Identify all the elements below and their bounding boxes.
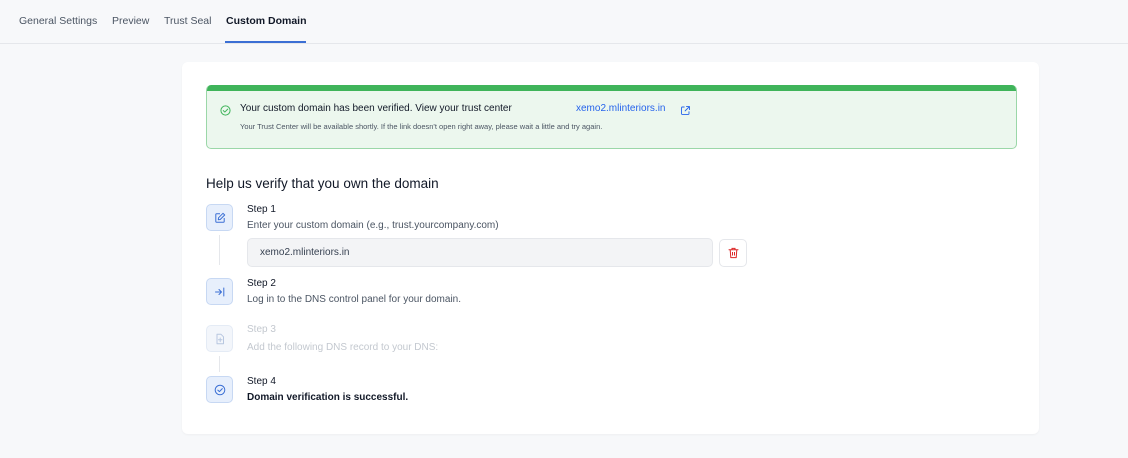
alert-title: Your custom domain has been verified. Vi… — [240, 103, 512, 114]
custom-domain-card: Your custom domain has been verified. Vi… — [182, 62, 1039, 434]
step-connector — [219, 356, 220, 372]
alert-subtitle: Your Trust Center will be available shor… — [240, 122, 603, 131]
step-3-badge — [206, 325, 233, 352]
trust-center-link[interactable]: xemo2.mlinteriors.in — [576, 103, 665, 114]
step-connector — [219, 235, 220, 265]
step-2-badge — [206, 278, 233, 305]
step-1-description: Enter your custom domain (e.g., trust.yo… — [247, 220, 499, 231]
tab-preview[interactable]: Preview — [112, 15, 149, 27]
domain-input[interactable] — [247, 238, 713, 267]
active-tab-indicator — [225, 41, 306, 43]
step-1-badge — [206, 204, 233, 231]
step-2-description: Log in to the DNS control panel for your… — [247, 294, 462, 305]
login-arrow-icon — [215, 287, 225, 297]
tab-trust-seal[interactable]: Trust Seal — [164, 15, 211, 27]
edit-icon — [215, 212, 226, 223]
external-link-icon[interactable] — [680, 103, 691, 115]
verify-heading: Help us verify that you own the domain — [206, 176, 439, 191]
tab-general-settings[interactable]: General Settings — [19, 15, 97, 27]
step-3-title: Step 3 — [247, 324, 276, 335]
tab-bar: General Settings Preview Trust Seal Cust… — [0, 0, 1128, 44]
step-2-title: Step 2 — [247, 278, 276, 289]
step-3-description: Add the following DNS record to your DNS… — [247, 342, 439, 353]
verified-alert: Your custom domain has been verified. Vi… — [206, 85, 1017, 149]
step-4-badge — [206, 376, 233, 403]
file-add-icon — [216, 333, 224, 345]
trash-icon — [728, 247, 739, 259]
alert-accent-bar — [207, 85, 1016, 91]
tab-custom-domain[interactable]: Custom Domain — [226, 15, 307, 27]
step-4-description: Domain verification is successful. — [247, 392, 409, 403]
step-4-title: Step 4 — [247, 376, 276, 387]
step-1-title: Step 1 — [247, 204, 276, 215]
check-circle-icon — [214, 384, 226, 396]
delete-domain-button[interactable] — [719, 239, 747, 267]
check-circle-icon — [220, 103, 231, 116]
